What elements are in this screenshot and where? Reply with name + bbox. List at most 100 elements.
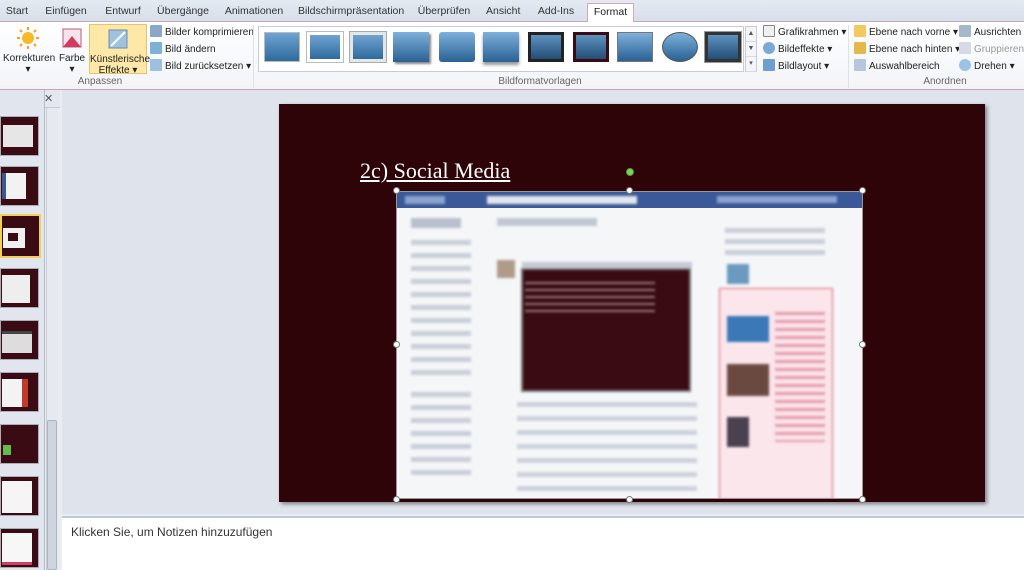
resize-handle[interactable] [393,187,400,194]
gallery-more-icon[interactable]: ▾ [746,57,756,72]
resize-handle[interactable] [626,496,633,503]
slide-thumbnail[interactable] [0,424,39,464]
resize-handle[interactable] [393,496,400,503]
ebene-nach-vorne-button[interactable]: Ebene nach vorne ▾ [854,25,958,41]
style-thumb[interactable] [393,32,429,62]
reset-picture-icon [150,59,162,71]
style-thumb[interactable] [483,32,519,62]
style-thumb[interactable] [528,32,564,62]
resize-handle[interactable] [859,341,866,348]
bring-forward-icon [854,25,866,37]
bildeffekte-label: Bildeffekte [778,44,825,55]
bild-aendern-label: Bild ändern [165,44,216,55]
ausrichten-label: Ausrichten [974,27,1022,38]
resize-handle[interactable] [626,187,633,194]
close-pane-icon[interactable]: ✕ [44,92,53,105]
korrekturen-label: Korrekturen [3,53,56,64]
slide-thumbnail-selected[interactable] [0,214,41,258]
tab-entwurf[interactable]: Entwurf [104,3,142,22]
align-icon [959,25,971,37]
tab-animationen[interactable]: Animationen [224,3,284,22]
style-thumb[interactable] [439,32,475,62]
tab-format[interactable]: Format [587,3,634,23]
grafikrahmen-label: Grafikrahmen [778,27,839,38]
grafikrahmen-button[interactable]: Grafikrahmen ▾ [763,25,846,41]
tab-einfuegen[interactable]: Einfügen [44,3,88,22]
bild-zuruecksetzen-button[interactable]: Bild zurücksetzen ▾ [150,59,251,75]
gallery-up-arrow-icon[interactable]: ▲ [746,27,756,42]
slide-thumbnail[interactable] [0,320,39,360]
bildlayout-label: Bildlayout [778,61,822,72]
slide-thumbnail[interactable] [0,372,39,412]
kuenstlerische-label-1: Künstlerische [90,54,151,65]
drehen-label: Drehen [974,61,1007,72]
group-label-anpassen: Anpassen [77,76,123,87]
slide-thumbnail[interactable] [0,476,39,516]
tab-ueberpruefen[interactable]: Überprüfen [415,3,473,22]
sun-icon [16,26,40,50]
resize-handle[interactable] [393,341,400,348]
style-thumb[interactable] [264,32,300,62]
auswahlbereich-button[interactable]: Auswahlbereich [854,59,940,75]
bilder-komprimieren-button[interactable]: Bilder komprimieren [150,25,254,41]
rotate-icon [959,59,971,71]
gruppieren-button[interactable]: Gruppieren [959,42,1024,58]
bildlayout-button[interactable]: Bildlayout ▾ [763,59,829,75]
ausrichten-button[interactable]: Ausrichten ▾ [959,25,1024,41]
bild-zuruecksetzen-label: Bild zurücksetzen [165,61,244,72]
group-divider [848,25,849,88]
slide-thumbnail[interactable] [0,268,39,308]
drehen-button[interactable]: Drehen ▾ [959,59,1015,75]
screenshot-top-bar [397,192,862,208]
slide-thumbnail[interactable] [0,116,39,156]
gallery-scroll[interactable]: ▲ ▼ ▾ [745,26,757,72]
tab-bildschirmpraesentation[interactable]: Bildschirmpräsentation [298,3,404,22]
farbe-button[interactable]: Farbe ▾ [57,26,87,75]
notes-pane[interactable]: Klicken Sie, um Notizen hinzuzufügen [62,516,1024,570]
group-label-bildformatvorlagen: Bildformatvorlagen [498,76,582,87]
ebene-hinten-label: Ebene nach hinten [869,44,953,55]
style-thumb[interactable] [617,32,653,62]
group-label-anordnen: Anordnen [923,76,967,87]
compress-icon [150,25,162,37]
notes-placeholder: Klicken Sie, um Notizen hinzuzufügen [71,525,273,539]
slide-thumbnail[interactable] [0,166,39,206]
tab-ansicht[interactable]: Ansicht [486,3,520,22]
bild-aendern-button[interactable]: Bild ändern [150,42,216,58]
embedded-screenshot-picture[interactable] [396,191,863,499]
change-picture-icon [150,42,162,54]
style-thumb[interactable] [704,31,742,63]
style-thumb[interactable] [662,32,698,62]
style-thumb[interactable] [573,32,609,62]
rotate-handle[interactable] [626,168,634,176]
slide-title[interactable]: 2c) Social Media [360,158,510,184]
group-icon [959,42,971,54]
kuenstlerische-effekte-button[interactable]: Künstlerische Effekte ▾ [89,24,151,76]
korrekturen-button[interactable]: Korrekturen ▾ [3,26,56,75]
tab-addins[interactable]: Add-Ins [536,3,576,22]
auswahlbereich-label: Auswahlbereich [869,61,940,72]
gruppieren-label: Gruppieren [974,44,1024,55]
ebene-nach-hinten-button[interactable]: Ebene nach hinten ▾ [854,42,960,58]
slide-thumbnail[interactable] [0,528,39,568]
tab-start[interactable]: Start [2,3,32,22]
picture-styles-gallery [258,26,744,72]
style-thumb[interactable] [306,31,344,63]
kuenstlerische-label-2: Effekte [98,65,130,76]
ebene-vorne-label: Ebene nach vorne [869,27,951,38]
farbe-label: Farbe [58,53,86,64]
gallery-down-arrow-icon[interactable]: ▼ [746,42,756,57]
tab-uebergaenge[interactable]: Übergänge [157,3,209,22]
bilder-komprimieren-label: Bilder komprimieren [165,27,254,38]
send-backward-icon [854,42,866,54]
picture-layout-icon [763,59,775,71]
palette-icon [60,26,84,50]
thumbnail-scroll-thumb[interactable] [47,420,57,570]
resize-handle[interactable] [859,496,866,503]
selection-pane-icon [854,59,866,71]
style-thumb[interactable] [349,31,387,63]
group-divider [253,25,254,88]
artistic-effects-icon [106,27,130,51]
resize-handle[interactable] [859,187,866,194]
bildeffekte-button[interactable]: Bildeffekte ▾ [763,42,832,58]
